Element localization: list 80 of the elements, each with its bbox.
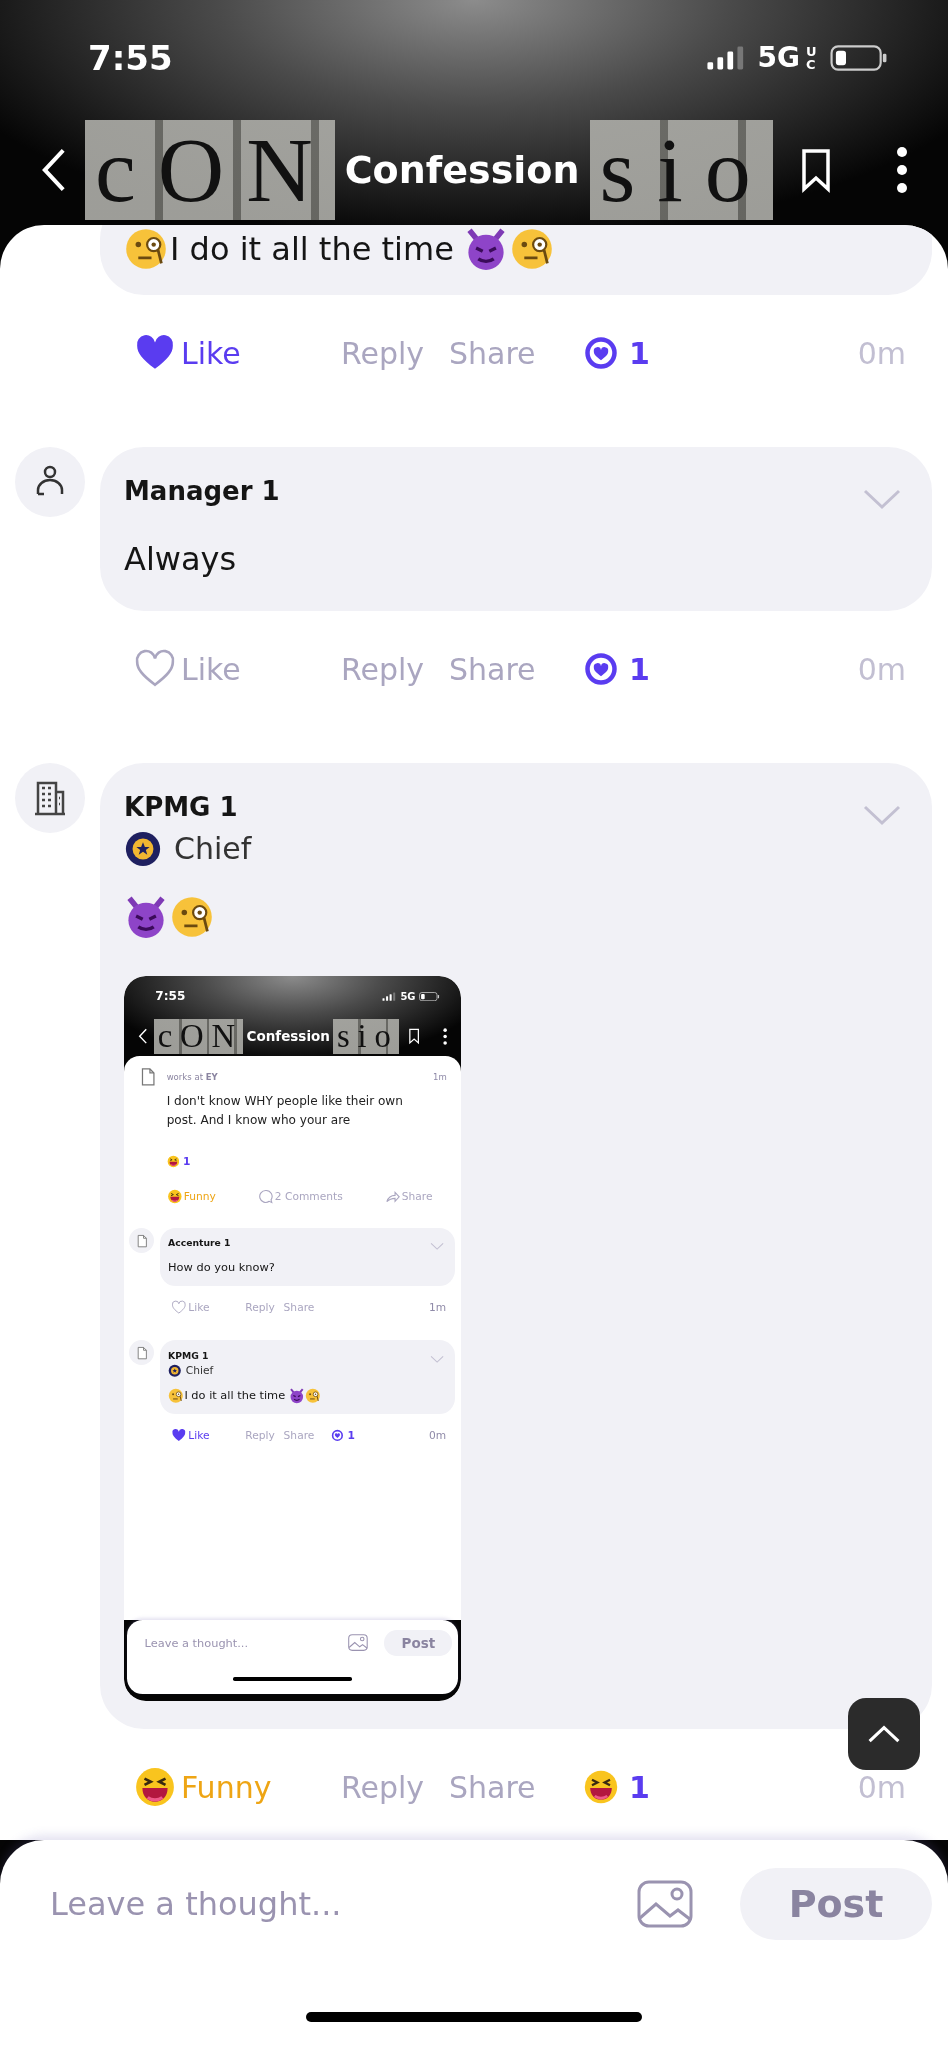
- reply-button[interactable]: Reply: [341, 335, 425, 371]
- thought-input[interactable]: Leave a thought...: [50, 1879, 637, 1929]
- like-button: Like: [171, 1427, 210, 1443]
- image-icon[interactable]: [637, 1880, 693, 1928]
- comment-text: I do it all the time: [184, 1387, 287, 1405]
- author-name: works at EY: [166, 1071, 218, 1082]
- page-title: Confession: [246, 1028, 330, 1045]
- share-button[interactable]: Share: [449, 335, 536, 371]
- author-name: Manager 1: [124, 475, 280, 508]
- monocle-emoji-icon: [510, 227, 554, 271]
- network-sublabel: UC: [806, 44, 818, 71]
- post-time: 1m: [433, 1071, 447, 1082]
- reaction-count: 1: [629, 1769, 650, 1805]
- comment-text: How do you know?: [168, 1259, 275, 1277]
- laughing-emoji-icon: [133, 1766, 177, 1808]
- network-label: 5G: [400, 990, 416, 1002]
- badge-icon: [168, 1364, 182, 1378]
- banner-lettering: cON: [154, 1018, 243, 1055]
- banner-lettering: sio: [333, 1018, 399, 1055]
- banner-lettering: cON: [85, 120, 335, 220]
- battery-icon: [419, 991, 440, 1002]
- author-name: KPMG 1: [124, 791, 238, 824]
- scroll-to-top-button[interactable]: [848, 1698, 920, 1770]
- more-icon: [442, 1027, 447, 1045]
- badge-label: Chief: [174, 830, 252, 868]
- reaction-count: 1: [629, 335, 650, 371]
- funny-button[interactable]: Funny: [166, 1189, 216, 1205]
- heart-icon: [171, 1427, 187, 1443]
- reaction-count: 1: [183, 1154, 191, 1168]
- status-time: 7:55: [155, 989, 186, 1004]
- network-label: 5G: [757, 41, 800, 74]
- post-button: Post: [384, 1630, 453, 1656]
- share-button: Share: [283, 1300, 315, 1314]
- badge-icon: [124, 830, 162, 868]
- author-name: Accenture 1: [168, 1237, 231, 1251]
- thought-input: Leave a thought...: [144, 1634, 348, 1652]
- comment-time: 0m: [857, 651, 906, 687]
- badge-label: Chief: [185, 1363, 214, 1379]
- comment-time: 0m: [428, 1428, 447, 1442]
- monocle-emoji-icon: [124, 227, 168, 271]
- reply-button[interactable]: Reply: [341, 1769, 425, 1805]
- status-time: 7:55: [88, 37, 173, 78]
- monocle-emoji-icon: [305, 1388, 321, 1404]
- back-icon: [138, 1028, 149, 1045]
- laughing-emoji-icon: [166, 1154, 180, 1168]
- monocle-emoji-icon: [168, 1388, 184, 1404]
- reply-button[interactable]: Reply: [341, 651, 425, 687]
- reply-button: Reply: [245, 1300, 275, 1314]
- more-icon[interactable]: [896, 146, 908, 194]
- comment-text: Always: [124, 539, 237, 580]
- funny-button[interactable]: Funny: [133, 1766, 272, 1808]
- devil-emoji-icon: [288, 1388, 305, 1404]
- author-name: KPMG 1: [168, 1349, 209, 1363]
- monocle-emoji-icon: [170, 895, 214, 939]
- post-button[interactable]: Post: [740, 1868, 932, 1940]
- comments-button[interactable]: 2 Comments: [257, 1189, 343, 1205]
- share-button[interactable]: Share: [384, 1189, 433, 1205]
- comment-time: 0m: [857, 335, 906, 371]
- reaction-count: 1: [347, 1428, 355, 1442]
- laughing-emoji-icon: [583, 1769, 619, 1805]
- signal-icon: [705, 44, 746, 71]
- screenshot-attachment[interactable]: [124, 976, 461, 1701]
- comment-text: I do it all the time: [170, 229, 455, 270]
- like-button: Like: [171, 1299, 210, 1315]
- share-button[interactable]: Share: [449, 1769, 536, 1805]
- share-button[interactable]: Share: [449, 651, 536, 687]
- reply-button: Reply: [245, 1428, 275, 1442]
- post-text: I don't know WHY people like their own post. And I know who your are: [166, 1092, 404, 1129]
- signal-icon: [381, 991, 397, 1002]
- share-button: Share: [283, 1428, 315, 1442]
- laughing-emoji-icon: [166, 1189, 183, 1205]
- chevron-up-icon: [866, 1723, 902, 1745]
- like-button[interactable]: Like: [133, 332, 241, 374]
- banner-lettering: sio: [589, 120, 773, 220]
- reaction-count: 1: [629, 651, 650, 687]
- page-title: Confession: [344, 148, 580, 192]
- battery-icon: [830, 44, 888, 71]
- comment-time: 0m: [857, 1769, 906, 1805]
- like-button[interactable]: Like: [133, 648, 241, 690]
- comment-time: 1m: [428, 1300, 447, 1314]
